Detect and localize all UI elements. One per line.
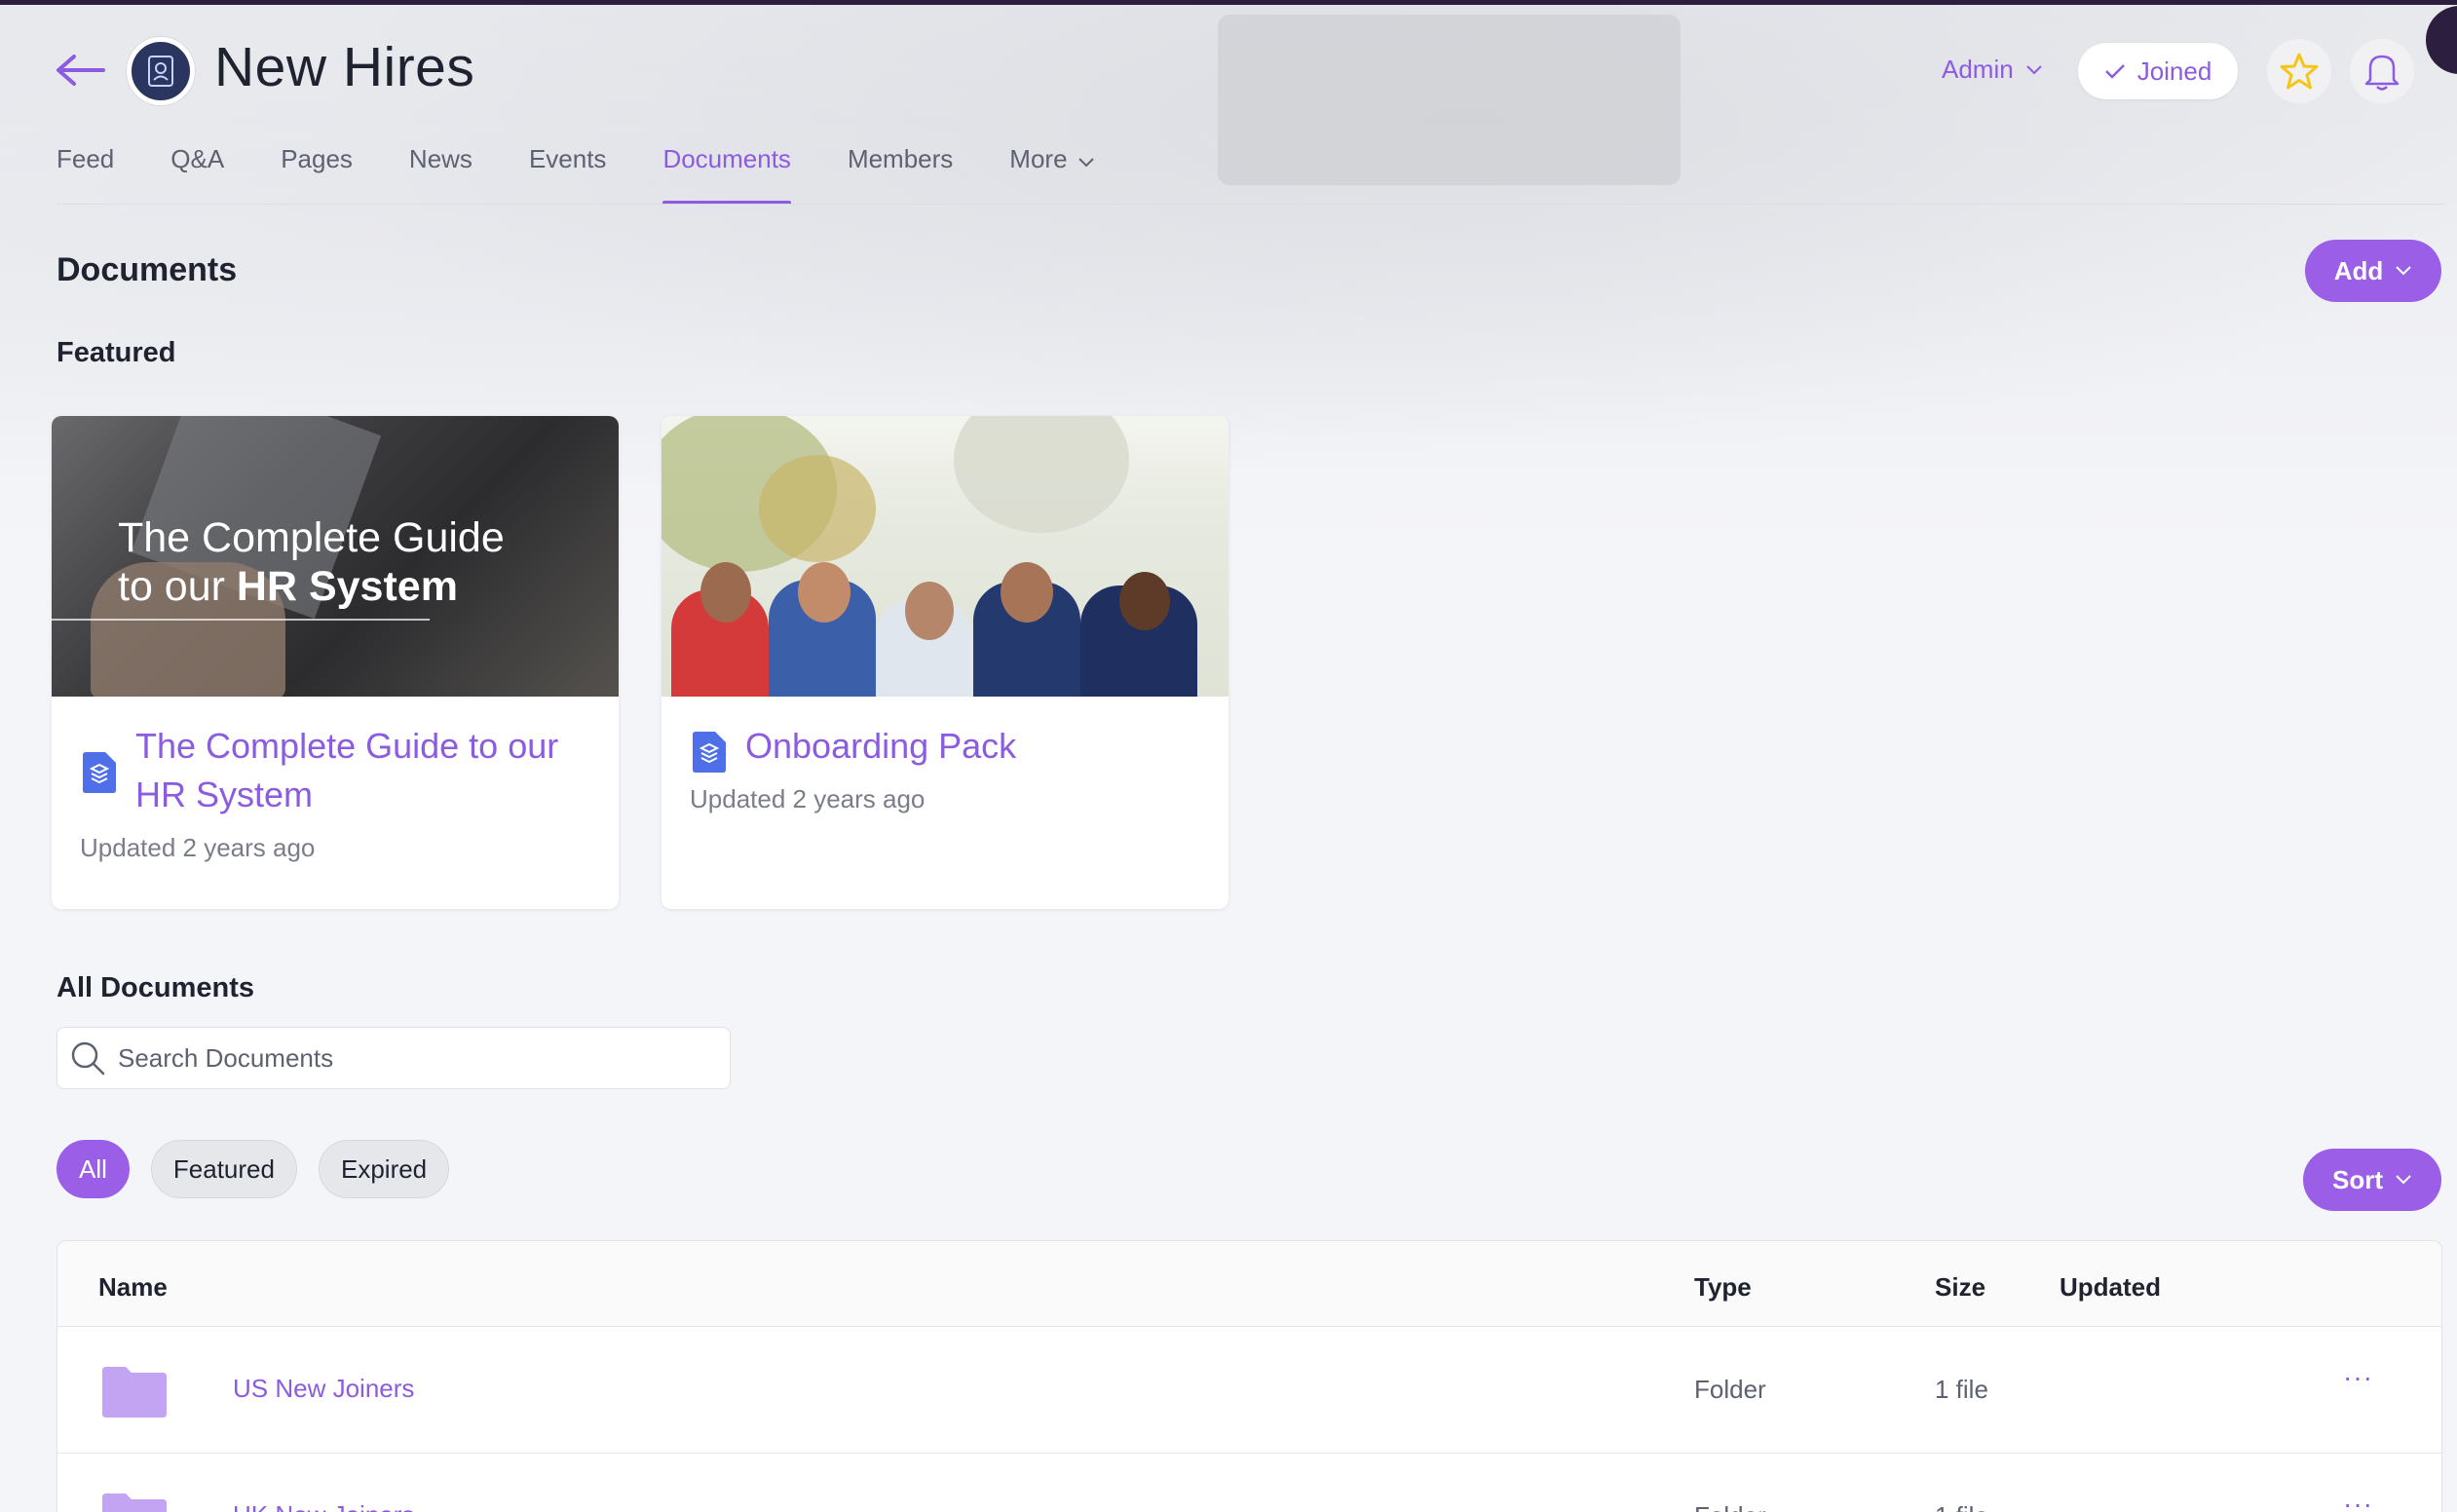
id-badge-icon: [148, 56, 173, 87]
tabs-divider: [57, 204, 2443, 205]
check-icon: [2104, 64, 2125, 79]
filter-featured[interactable]: Featured: [150, 1140, 297, 1198]
row-more-icon[interactable]: ···: [2343, 1362, 2373, 1393]
featured-card-onboarding[interactable]: Onboarding Pack Updated 2 years ago: [662, 416, 1228, 909]
search-icon: [71, 1041, 105, 1076]
page-title: New Hires: [214, 36, 475, 98]
search-documents[interactable]: [57, 1027, 731, 1089]
tab-feed[interactable]: Feed: [57, 136, 114, 205]
chevron-down-icon: [1077, 158, 1094, 168]
onboarding-cover-image: [662, 416, 1228, 697]
tab-members[interactable]: Members: [848, 136, 953, 205]
featured-heading: Featured: [57, 337, 176, 368]
table-row[interactable]: US New Joiners Folder 1 file ···: [57, 1327, 2441, 1454]
chevron-down-icon: [2025, 64, 2042, 74]
add-button[interactable]: Add: [2305, 240, 2441, 302]
filter-chips: All Featured Expired: [57, 1140, 450, 1198]
admin-label: Admin: [1942, 55, 2014, 84]
table-row[interactable]: UK New Joiners Folder 1 file ···: [57, 1454, 2441, 1512]
back-arrow-icon[interactable]: [53, 51, 107, 90]
column-updated[interactable]: Updated: [2060, 1272, 2161, 1303]
chevron-down-icon: [2396, 266, 2411, 276]
joined-label: Joined: [2136, 56, 2212, 86]
featured-card-title[interactable]: The Complete Guide to our HR System: [135, 722, 593, 819]
filter-expired[interactable]: Expired: [318, 1140, 450, 1198]
chevron-down-icon: [2396, 1175, 2411, 1185]
search-input[interactable]: [118, 1042, 702, 1074]
row-more-icon[interactable]: ···: [2343, 1489, 2373, 1512]
documents-heading: Documents: [57, 251, 238, 288]
column-type[interactable]: Type: [1694, 1272, 1752, 1303]
admin-dropdown[interactable]: Admin: [1942, 55, 2043, 85]
row-type: Folder: [1694, 1501, 1766, 1512]
column-name[interactable]: Name: [98, 1272, 168, 1303]
row-size: 1 file: [1935, 1375, 1988, 1404]
folder-icon: [102, 1367, 167, 1418]
tab-more[interactable]: More: [1009, 136, 1094, 205]
joined-button[interactable]: Joined: [2078, 43, 2238, 99]
tab-qa[interactable]: Q&A: [170, 136, 224, 205]
featured-card-title[interactable]: Onboarding Pack: [745, 722, 1203, 771]
group-tabs: Feed Q&A Pages News Events Documents Mem…: [57, 136, 1152, 205]
cover-image-laptop: [1218, 15, 1681, 185]
row-type: Folder: [1694, 1375, 1766, 1404]
all-documents-heading: All Documents: [57, 972, 255, 1003]
row-name[interactable]: UK New Joiners: [233, 1500, 414, 1512]
row-size: 1 file: [1935, 1501, 1988, 1512]
featured-card-meta: Updated 2 years ago: [690, 784, 926, 813]
top-bar-line: [0, 0, 2457, 5]
document-icon: [83, 752, 116, 793]
tab-news[interactable]: News: [409, 136, 472, 205]
document-icon: [693, 732, 726, 773]
row-name[interactable]: US New Joiners: [233, 1374, 414, 1404]
hr-guide-cover-image: The Complete Guide to our HR System: [52, 416, 619, 697]
tab-documents[interactable]: Documents: [662, 136, 791, 205]
documents-table: Name Type Size Updated US New Joiners Fo…: [57, 1240, 2442, 1512]
table-header: Name Type Size Updated: [57, 1241, 2441, 1327]
tab-pages[interactable]: Pages: [281, 136, 353, 205]
column-size[interactable]: Size: [1935, 1272, 1985, 1303]
featured-card-hr-guide[interactable]: The Complete Guide to our HR System The …: [52, 416, 619, 909]
featured-card-meta: Updated 2 years ago: [80, 833, 316, 862]
sort-button[interactable]: Sort: [2303, 1149, 2441, 1211]
tab-events[interactable]: Events: [529, 136, 607, 205]
group-avatar: [127, 37, 195, 105]
notifications-button[interactable]: [2350, 39, 2414, 103]
star-icon: [2280, 53, 2319, 90]
favorite-button[interactable]: [2267, 39, 2331, 103]
bell-icon: [2364, 55, 2400, 91]
filter-all[interactable]: All: [57, 1140, 130, 1198]
folder-icon: [102, 1493, 167, 1512]
